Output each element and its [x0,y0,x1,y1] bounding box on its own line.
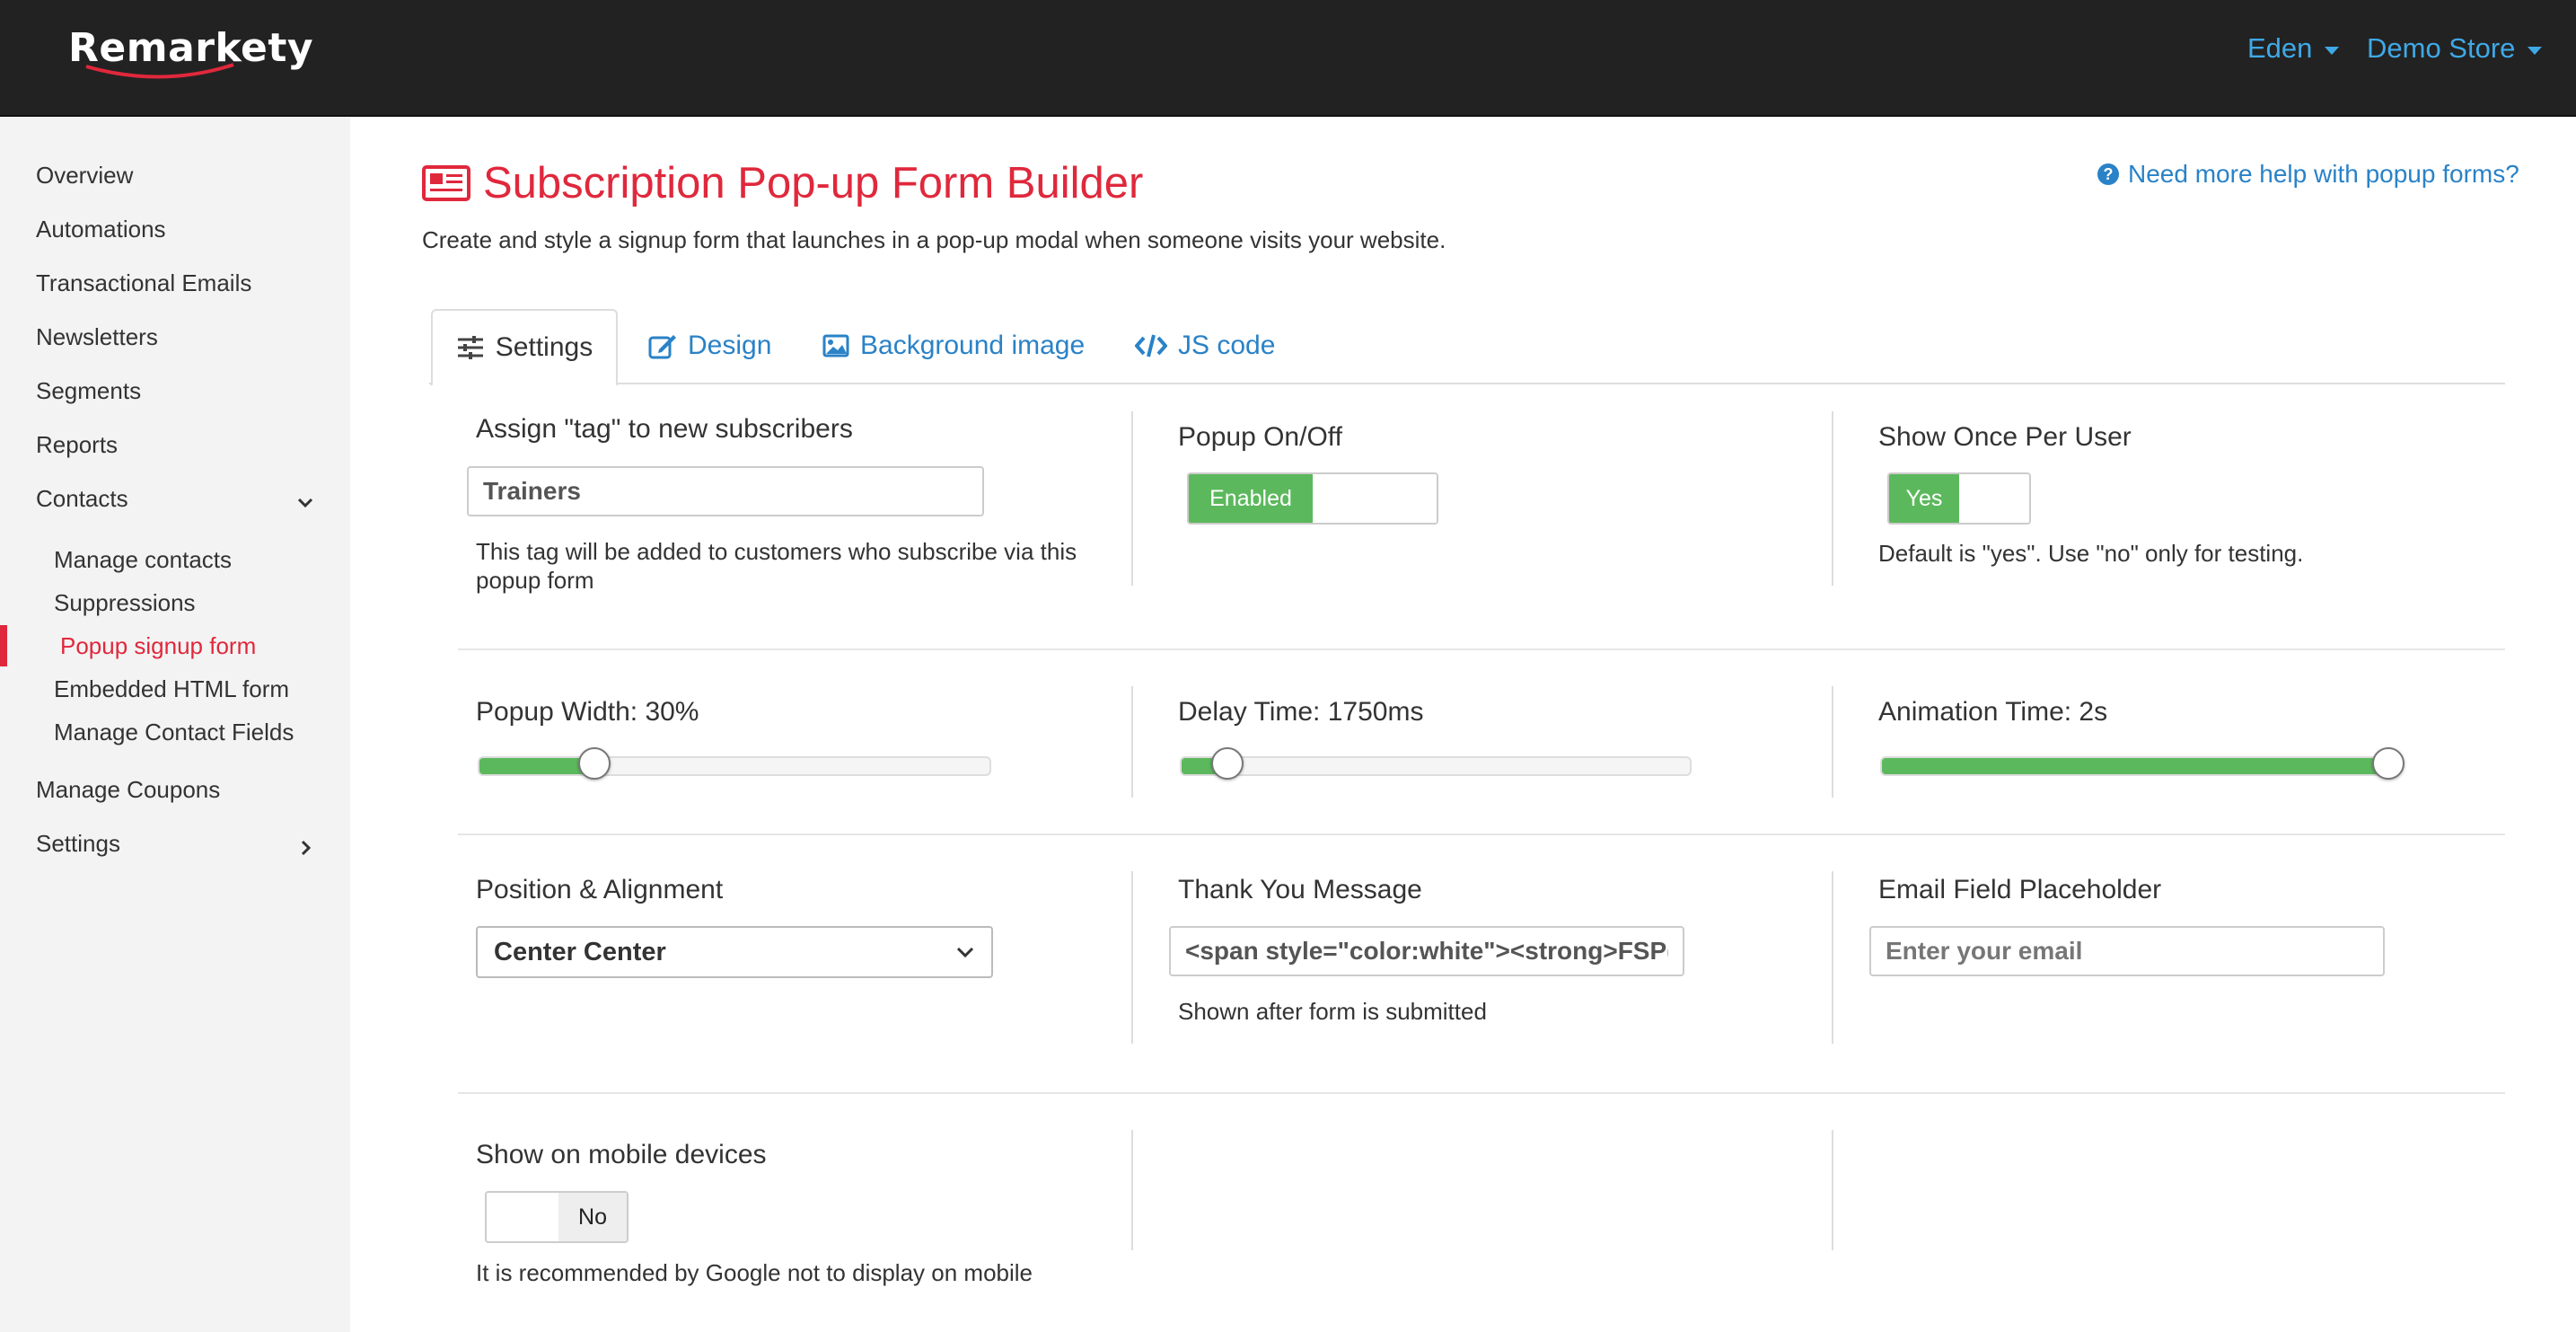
show-once-toggle[interactable]: Yes [1887,472,2031,525]
toggle-off-state: No [558,1193,627,1241]
sidebar-subitem-embedded-html-form[interactable]: Embedded HTML form [54,675,289,703]
edit-icon [648,335,676,359]
user-menu[interactable]: Eden [2247,32,2340,65]
mobile-toggle[interactable]: No [485,1191,629,1243]
email-placeholder-input[interactable] [1869,926,2385,976]
sidebar-subitem-popup-signup-form[interactable]: Popup signup form [60,632,256,660]
position-selected-value: Center Center [494,937,666,966]
page-title-row: Subscription Pop-up Form Builder [422,158,1143,208]
tabs-border [429,383,2505,384]
user-menu-label: Eden [2247,32,2313,64]
slider-fill [479,758,594,774]
column-divider [1131,1130,1133,1250]
show-once-label: Show Once Per User [1878,422,2132,452]
tab-background-image-label: Background image [860,331,1086,360]
chevron-down-icon[interactable] [295,492,316,514]
sidebar-subitem-manage-contact-fields[interactable]: Manage Contact Fields [54,719,294,746]
image-icon [822,334,849,357]
newspaper-icon [422,165,470,201]
toggle-on-state: Enabled [1189,474,1313,523]
delay-time-slider[interactable] [1180,747,1692,780]
tab-js-code-label: JS code [1178,331,1276,360]
store-menu[interactable]: Demo Store [2367,32,2543,65]
top-bar: Remarkety Eden Demo Store [0,0,2576,117]
sidebar-item-newsletters[interactable]: Newsletters [36,323,158,351]
position-select[interactable]: Center Center [476,926,993,978]
slider-handle[interactable] [1210,747,1244,780]
sidebar-item-overview[interactable]: Overview [36,162,133,190]
logo-swoosh-icon [85,63,234,79]
delay-time-label: Delay Time: 1750ms [1178,697,1424,727]
sidebar-item-transactional-emails[interactable]: Transactional Emails [36,269,251,297]
column-divider [1832,1130,1833,1250]
column-divider [1131,871,1133,1044]
tag-input[interactable] [467,466,984,516]
toggle-off-area [1313,474,1437,523]
popup-toggle-label: Popup On/Off [1178,422,1342,452]
sliders-icon [457,336,483,359]
tag-help-text: This tag will be added to customers who … [476,538,1077,594]
mobile-help-text: It is recommended by Google not to displ… [476,1259,1033,1286]
slider-handle[interactable] [577,747,611,780]
tab-js-code[interactable]: JS code [1135,309,1275,383]
tab-design-label: Design [688,331,772,360]
chevron-down-icon [956,947,974,958]
page-title: Subscription Pop-up Form Builder [483,159,1144,207]
help-link-label: Need more help with popup forms? [2128,160,2519,188]
column-divider [1131,686,1133,798]
row-divider [458,1092,2505,1094]
question-circle-icon: ? [2097,163,2119,185]
code-icon [1135,334,1167,357]
caret-down-icon [2528,46,2543,55]
caret-down-icon [2325,46,2340,55]
popup-enabled-toggle[interactable]: Enabled [1187,472,1438,525]
row-divider [458,648,2505,650]
row-divider [458,834,2505,835]
tab-background-image[interactable]: Background image [822,309,1085,383]
popup-width-slider[interactable] [478,747,991,780]
store-menu-label: Demo Store [2367,32,2516,64]
sidebar-subitem-manage-contacts[interactable]: Manage contacts [54,546,232,574]
tab-design[interactable]: Design [648,309,771,383]
thank-you-label: Thank You Message [1178,875,1422,904]
sidebar-item-segments[interactable]: Segments [36,377,141,405]
column-divider [1131,411,1133,586]
toggle-on-area [487,1193,558,1241]
sidebar-item-settings[interactable]: Settings [36,830,120,858]
help-link[interactable]: ? Need more help with popup forms? [2097,160,2519,189]
animation-time-slider[interactable] [1880,747,2405,780]
toggle-on-state: Yes [1889,474,1959,523]
slider-handle[interactable] [2372,747,2405,780]
thank-you-help-text: Shown after form is submitted [1178,998,1487,1025]
tab-settings-label: Settings [495,332,593,362]
show-once-help-text: Default is "yes". Use "no" only for test… [1878,540,2304,567]
sidebar-subitem-suppressions[interactable]: Suppressions [54,589,196,617]
sidebar-item-manage-coupons[interactable]: Manage Coupons [36,776,220,804]
remarkety-logo[interactable]: Remarkety [68,20,313,88]
toggle-off-area [1959,474,2029,523]
animation-time-label: Animation Time: 2s [1878,697,2108,727]
slider-fill [1882,758,2388,774]
thank-you-input[interactable] [1169,926,1684,976]
tab-settings[interactable]: Settings [431,309,618,386]
column-divider [1832,686,1833,798]
popup-width-label: Popup Width: 30% [476,697,699,727]
page-subtitle: Create and style a signup form that laun… [422,226,1446,253]
chevron-right-icon[interactable] [295,837,316,859]
sidebar-item-contacts[interactable]: Contacts [36,485,128,513]
column-divider [1832,871,1833,1044]
tag-label: Assign "tag" to new subscribers [476,414,853,444]
mobile-label: Show on mobile devices [476,1140,767,1169]
sidebar-item-automations[interactable]: Automations [36,216,166,243]
active-indicator [0,625,7,666]
sidebar: Overview Automations Transactional Email… [0,117,350,1332]
column-divider [1832,411,1833,586]
email-placeholder-label: Email Field Placeholder [1878,875,2162,904]
sidebar-item-reports[interactable]: Reports [36,431,118,459]
position-label: Position & Alignment [476,875,724,904]
